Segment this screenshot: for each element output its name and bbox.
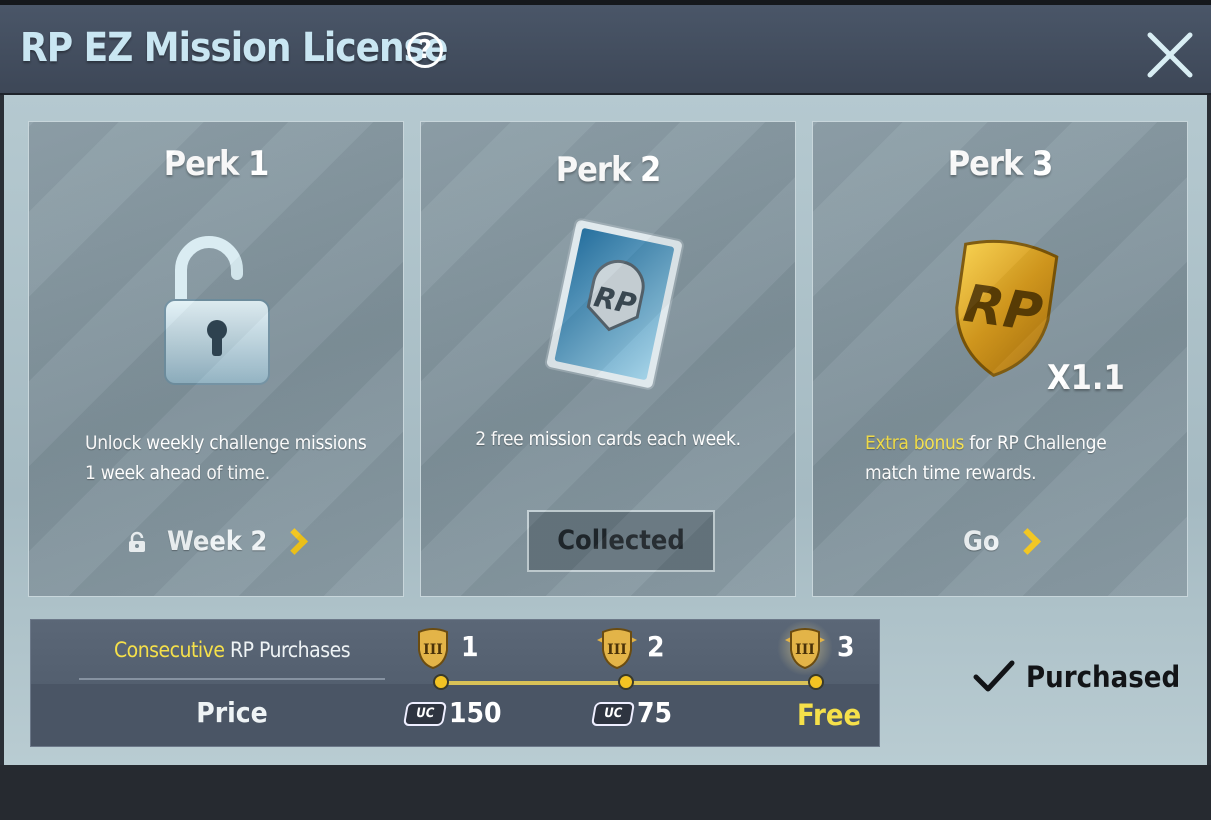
tier-1-price-value: 150 [449, 696, 502, 729]
price-label: Price [196, 696, 268, 729]
tier-1-number: 1 [461, 630, 479, 663]
uc-currency-icon: UC [402, 702, 448, 726]
perk-card-2: Perk 2 RP 2 free mission cards each week… [420, 121, 796, 597]
purchased-status: Purchased [972, 659, 1180, 695]
purchased-label: Purchased [1026, 660, 1181, 694]
tier-3-dot [808, 674, 824, 690]
tier-2-price: UC 75 [590, 696, 673, 729]
unlocked-padlock-icon [164, 236, 270, 385]
chevron-right-icon [281, 528, 309, 555]
tier-2-dot [618, 674, 634, 690]
divider [79, 678, 385, 680]
small-unlock-icon [129, 531, 145, 552]
svg-text:III: III [423, 642, 443, 658]
tier-2-number: 2 [647, 630, 665, 663]
close-icon[interactable] [1144, 29, 1196, 81]
tier-1-dot [433, 674, 449, 690]
perk-title: Perk 2 [555, 150, 662, 190]
perk-description: Extra bonus for RP Challenge match time … [865, 428, 1155, 488]
tier-badge-icon: III [785, 628, 825, 670]
perk-description: Unlock weekly challenge missions 1 week … [85, 432, 367, 484]
chevron-right-icon [1013, 528, 1041, 555]
consecutive-purchases-label: Consecutive RP Purchases [79, 638, 385, 662]
tier-1-price: UC 150 [402, 696, 502, 729]
perk-title: Perk 3 [947, 144, 1054, 184]
rp-mission-card-icon: RP [544, 218, 684, 390]
go-label: Go [963, 526, 1000, 557]
week-2-label: Week 2 [167, 526, 268, 557]
backdrop-bottom [0, 765, 1211, 820]
perk-description: 2 free mission cards each week. [475, 428, 741, 450]
tier-badge-icon: III [418, 628, 448, 670]
label-rest: RP Purchases [224, 638, 351, 662]
dialog-header: RP EZ Mission License ? [0, 5, 1211, 95]
dialog-title: RP EZ Mission License [20, 25, 448, 71]
rp-gold-shield-icon: RP [955, 239, 1059, 378]
go-link[interactable]: Go [963, 526, 1041, 557]
check-icon [973, 660, 1015, 692]
svg-text:III: III [607, 642, 627, 658]
consecutive-purchases-table: Consecutive RP Purchases Price III 1 III… [30, 619, 880, 747]
perk-card-3: Perk 3 RP X1.1 Extra bonus for RP Challe… [812, 121, 1188, 597]
description-highlight: Extra bonus [865, 432, 965, 454]
label-highlight: Consecutive [113, 638, 225, 662]
bonus-multiplier: X1.1 [1047, 358, 1125, 398]
collected-button[interactable]: Collected [527, 510, 715, 572]
svg-text:III: III [795, 642, 815, 658]
perk-title: Perk 1 [163, 144, 270, 184]
tier-3-price-value: Free [797, 698, 862, 732]
tier-badge-icon: III [597, 628, 637, 670]
shield-rp-text: RP [960, 274, 1046, 344]
perk-card-1: Perk 1 Unlock weekly challenge missions … [28, 121, 404, 597]
dialog-body: Perk 1 Unlock weekly challenge missions … [4, 95, 1207, 765]
week-2-link[interactable]: Week 2 [127, 526, 309, 557]
uc-currency-icon: UC [590, 702, 636, 726]
help-icon[interactable]: ? [407, 32, 443, 68]
tier-3-number: 3 [837, 630, 855, 663]
tier-2-price-value: 75 [637, 696, 673, 729]
